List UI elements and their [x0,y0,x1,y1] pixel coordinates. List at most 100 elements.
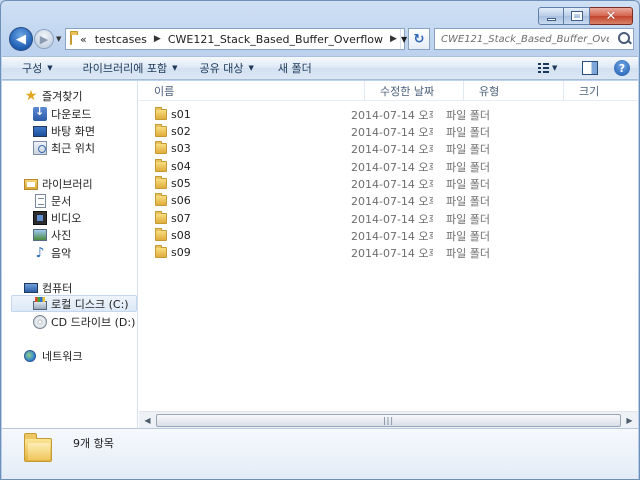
nav-pictures[interactable]: 사진 [33,226,71,243]
new-folder-button[interactable]: 새 폴더 [270,57,320,79]
folder-icon [155,176,167,189]
search-icon[interactable] [615,30,633,48]
recent-pages-dropdown[interactable]: ▼ [56,35,61,43]
file-name-cell: s07 [139,211,335,225]
file-row[interactable]: s09 2014-07-14 오후... 파일 폴더 [139,244,533,261]
nav-cd-drive[interactable]: CD 드라이브 (D:) V [33,313,137,330]
change-view-button[interactable]: ▼ [538,60,562,76]
grip-icon: ||| [382,416,395,425]
organize-button[interactable]: 구성 ▼ [14,57,61,79]
arrow-left-icon: ◀ [16,31,26,47]
file-type: 파일 폴더 [446,142,490,156]
nav-libraries-label: 라이브러리 [42,177,93,191]
star-icon: ★ [24,87,38,104]
back-button[interactable]: ◀ [9,27,33,51]
file-name: s05 [171,177,191,190]
maximize-button[interactable] [564,7,590,25]
share-with-button[interactable]: 공유 대상 ▼ [192,57,262,79]
column-size[interactable]: 크기 [564,81,624,101]
file-type: 파일 폴더 [446,229,490,243]
file-date: 2014-07-14 오후... [351,108,433,122]
toolbar-right: ▼ ? [538,60,638,76]
organize-label: 구성 [22,62,43,75]
file-name: s08 [171,229,191,242]
file-type: 파일 폴더 [446,108,490,122]
folder-icon [155,211,167,224]
folder-icon [70,30,78,45]
breadcrumb-testcases[interactable]: testcases [91,33,151,46]
scroll-left-button[interactable]: ◀ [140,413,155,428]
chevron-right-icon[interactable]: ▶ [387,34,400,44]
preview-pane-button[interactable] [582,61,598,75]
music-icon: ♪ [35,244,45,261]
nav-videos[interactable]: 비디오 [33,209,81,226]
file-name-cell: s08 [139,228,335,242]
hard-drive-icon [33,297,47,310]
file-row[interactable]: s05 2014-07-14 오후... 파일 폴더 [139,175,533,192]
nav-desktop[interactable]: 바탕 화면 [33,122,95,139]
folder-icon [155,141,167,154]
nav-network[interactable]: 네트워크 [24,347,82,364]
nav-videos-label: 비디오 [51,211,82,225]
navigation-pane: ★ 즐겨찾기 다운로드 바탕 화면 최근 위치 라이브러리 문서 비디오 사진 [2,81,138,428]
nav-computer[interactable]: 컴퓨터 [24,279,72,297]
maximize-icon [570,11,583,21]
nav-favorites[interactable]: ★ 즐겨찾기 [24,87,83,104]
address-bar[interactable]: « testcases ▶ CWE121_Stack_Based_Buffer_… [65,28,407,50]
caption-buttons: ✕ [538,7,633,25]
file-date: 2014-07-14 오후... [351,125,433,139]
nav-music[interactable]: ♪ 음악 [33,244,72,261]
column-header: ^ 이름 수정한 날짜 유형 크기 [139,81,638,101]
scrollbar-thumb[interactable]: ||| [156,414,621,427]
refresh-button[interactable]: ↻ [408,28,430,50]
file-name-cell: s04 [139,159,335,173]
horizontal-scrollbar[interactable]: ◀ ||| ▶ [139,411,638,428]
file-name: s01 [171,108,191,121]
breadcrumb-cwe121[interactable]: CWE121_Stack_Based_Buffer_Overflow [164,33,387,46]
chevron-down-icon: ▼ [47,64,53,72]
file-row[interactable]: s03 2014-07-14 오후... 파일 폴더 [139,140,533,157]
help-button[interactable]: ? [614,60,630,76]
file-row[interactable]: s07 2014-07-14 오후... 파일 폴더 [139,210,533,227]
file-row[interactable]: s04 2014-07-14 오후... 파일 폴더 [139,158,533,175]
scroll-right-button[interactable]: ▶ [622,413,637,428]
folder-icon [155,193,167,206]
file-row[interactable]: s08 2014-07-14 오후... 파일 폴더 [139,227,533,244]
pictures-icon [33,229,47,241]
arrow-right-icon: ▶ [626,416,633,425]
refresh-icon: ↻ [413,31,425,47]
address-history-dropdown[interactable]: ▼ [399,29,407,49]
column-name-label: 이름 [154,85,175,98]
column-name[interactable]: ^ 이름 [139,81,365,101]
include-in-library-button[interactable]: 라이브러리에 포함 ▼ [75,57,186,79]
column-date[interactable]: 수정한 날짜 [365,81,464,101]
nav-local-disk[interactable]: 로컬 디스크 (C:) [11,295,137,312]
nav-documents-label: 문서 [51,194,72,208]
chevron-right-icon[interactable]: ▶ [151,34,164,44]
minimize-button[interactable] [538,7,564,25]
file-row[interactable]: s06 2014-07-14 오후... 파일 폴더 [139,192,533,209]
nav-documents[interactable]: 문서 [33,192,71,209]
file-date: 2014-07-14 오후... [351,212,433,226]
nav-recent[interactable]: 최근 위치 [33,139,95,156]
search-box[interactable] [434,28,634,50]
navigation-bar: ◀ ▶ ▼ « testcases ▶ CWE121_Stack_Based_B… [7,27,634,53]
file-row[interactable]: s02 2014-07-14 오후... 파일 폴더 [139,123,533,140]
column-type-label: 유형 [479,85,500,98]
chevron-down-icon: ▼ [172,64,178,72]
nav-pictures-label: 사진 [51,228,72,242]
file-row[interactable]: s01 2014-07-14 오후... 파일 폴더 [139,106,533,123]
nav-libraries[interactable]: 라이브러리 [24,175,93,192]
forward-button[interactable]: ▶ [34,29,54,49]
close-button[interactable]: ✕ [590,7,633,25]
share-with-label: 공유 대상 [199,62,244,75]
address-overflow[interactable]: « [76,33,91,46]
command-bar: 구성 ▼ 라이브러리에 포함 ▼ 공유 대상 ▼ 새 폴더 ▼ ? [2,56,638,80]
nav-downloads[interactable]: 다운로드 [33,105,91,122]
search-input[interactable] [441,33,609,45]
column-type[interactable]: 유형 [464,81,564,101]
column-size-label: 크기 [579,85,600,98]
chevron-down-icon: ▼ [248,64,254,72]
file-name-cell: s05 [139,176,335,190]
folder-icon [155,107,167,120]
